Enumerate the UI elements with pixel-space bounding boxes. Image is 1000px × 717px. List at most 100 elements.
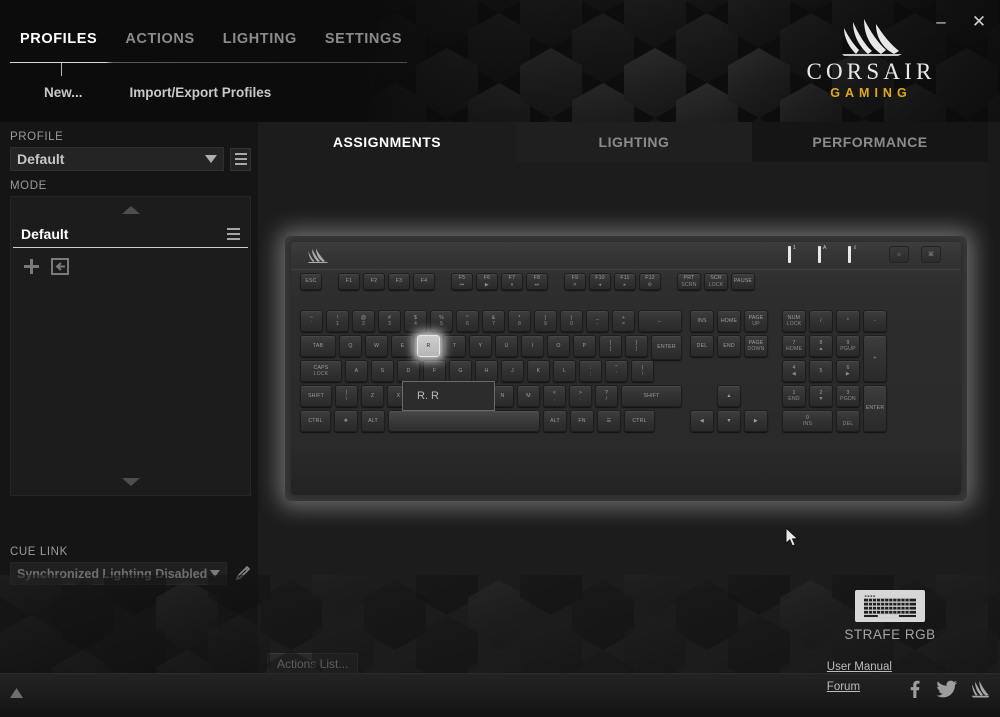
keyboard-key-3[interactable]: #3	[378, 310, 401, 332]
keyboard-key-1[interactable]: ! 1	[326, 310, 349, 332]
keyboard-key-f7[interactable]: F7 ⏸	[501, 273, 523, 290]
device-selector[interactable]: STRAFE RGB	[780, 590, 1000, 642]
keyboard-key-f2[interactable]: F2	[363, 273, 385, 290]
pencil-icon[interactable]	[234, 565, 251, 582]
keyboard-key-u[interactable]: U	[495, 335, 518, 357]
keyboard-key-k[interactable]: K	[527, 360, 550, 382]
keyboard-key-y[interactable]: Y	[469, 335, 492, 357]
keyboard-key-[interactable]: ~ `	[300, 310, 323, 332]
keyboard-key-[interactable]: ? /	[595, 385, 618, 407]
keyboard-key-t[interactable]: T	[443, 335, 466, 357]
keyboard-key-8[interactable]: 8 ▲	[809, 335, 833, 357]
mode-list-item-default[interactable]: Default	[13, 223, 248, 248]
profile-menu-button[interactable]	[230, 147, 251, 171]
tab-lighting[interactable]: LIGHTING	[516, 122, 752, 162]
keyboard-key-alt[interactable]: ALT	[543, 410, 567, 432]
forum-link[interactable]: Forum	[827, 681, 892, 693]
keyboard-key-enter[interactable]: ENTER	[651, 335, 682, 360]
keyboard-key-ctrl[interactable]: CTRL	[624, 410, 655, 432]
keyboard-key-alt[interactable]: ALT	[361, 410, 385, 432]
brightness-button[interactable]: ☼	[889, 246, 909, 263]
keyboard-key-shift[interactable]: SHIFT	[621, 385, 682, 407]
keyboard-key-[interactable]: _ -	[586, 310, 609, 332]
keyboard-key-a[interactable]: A	[345, 360, 368, 382]
keyboard-key-[interactable]: }]	[625, 335, 648, 357]
mode-scroll-down-button[interactable]	[11, 469, 250, 495]
keyboard-key-j[interactable]: J	[501, 360, 524, 382]
keyboard-key-f[interactable]: F	[423, 360, 446, 382]
keyboard-key-[interactable]: -	[863, 310, 887, 332]
keyboard-key-[interactable]: + =	[612, 310, 635, 332]
keyboard-key-m[interactable]: M	[517, 385, 540, 407]
nav-tab-profiles[interactable]: PROFILES	[10, 31, 111, 55]
keyboard-key-5[interactable]: % 5	[430, 310, 453, 332]
keyboard-key-ins[interactable]: INS	[690, 310, 714, 332]
profile-dropdown[interactable]: Default	[10, 147, 224, 171]
mode-menu-button[interactable]	[227, 228, 240, 240]
keyboard-key-pageup[interactable]: PAGE UP	[744, 310, 768, 332]
keyboard-key-3pgdn[interactable]: 3 PGDN	[836, 385, 860, 407]
close-button[interactable]: ✕	[968, 10, 990, 32]
keyboard-key-5[interactable]: 5	[809, 360, 833, 382]
keyboard-key-w[interactable]: W	[365, 335, 388, 357]
keyboard-key-[interactable]: | \	[631, 360, 654, 382]
tab-assignments[interactable]: ASSIGNMENTS	[258, 122, 516, 162]
keyboard-key-f1[interactable]: F1	[338, 273, 360, 290]
keyboard-key-prtscrn[interactable]: PRT SCRN	[677, 273, 701, 290]
keyboard-key-esc[interactable]: ESC	[300, 273, 322, 290]
keyboard-key-capslock[interactable]: CAPS LOCK	[300, 360, 342, 382]
keyboard-key-i[interactable]: I	[521, 335, 544, 357]
keyboard-key-8[interactable]: * 8	[508, 310, 531, 332]
keyboard-key-7[interactable]: & 7	[482, 310, 505, 332]
keyboard-key-l[interactable]: L	[553, 360, 576, 382]
keyboard-key-[interactable]: /	[809, 310, 833, 332]
keyboard-key-z[interactable]: Z	[361, 385, 384, 407]
keyboard-key-shift[interactable]: SHIFT	[300, 385, 332, 407]
keyboard-key-s[interactable]: S	[371, 360, 394, 382]
keyboard-key-d[interactable]: D	[397, 360, 420, 382]
keyboard-key-4[interactable]: 4 ◀	[782, 360, 806, 382]
keyboard-key-f10[interactable]: F10 ◂	[589, 273, 611, 290]
keyboard-key-f9[interactable]: F9 ✕	[564, 273, 586, 290]
keyboard-key-f4[interactable]: F4	[413, 273, 435, 290]
keyboard-key-[interactable]: " '	[605, 360, 628, 382]
import-export-profiles-button[interactable]: Import/Export Profiles	[130, 85, 272, 100]
keyboard-key-e[interactable]: E	[391, 335, 414, 357]
minimize-button[interactable]: –	[930, 10, 952, 32]
keyboard-key-2[interactable]: 2 ▼	[809, 385, 833, 407]
corsair-sails-icon[interactable]	[970, 679, 992, 699]
keyboard-key-fn[interactable]: FN	[570, 410, 594, 432]
user-manual-link[interactable]: User Manual	[827, 661, 892, 673]
keyboard-key-scrlock[interactable]: SCR LOCK	[704, 273, 728, 290]
keyboard-key-[interactable]: ☰	[597, 410, 621, 432]
keyboard-key-[interactable]: ▼	[717, 410, 741, 432]
keyboard-key-f11[interactable]: F11 ▸	[614, 273, 636, 290]
keyboard-key-0[interactable]: ) 0	[560, 310, 583, 332]
keyboard-key-[interactable]: <,	[543, 385, 566, 407]
keyboard-key-[interactable]: ▶	[744, 410, 768, 432]
keyboard-key-tab[interactable]: TAB	[300, 335, 336, 357]
keyboard-key-r[interactable]: R	[417, 335, 440, 357]
nav-tab-actions[interactable]: ACTIONS	[111, 31, 208, 55]
triangle-up-icon[interactable]	[8, 686, 25, 700]
keyboard-key-enter[interactable]: ENTER	[863, 385, 887, 432]
nav-tab-lighting[interactable]: LIGHTING	[209, 31, 311, 55]
new-profile-button[interactable]: New...	[44, 85, 83, 100]
keyboard-key-end[interactable]: END	[717, 335, 741, 357]
cue-link-dropdown[interactable]: Synchronized Lighting Disabled	[10, 562, 227, 585]
keyboard-key-f5[interactable]: F5 ⏮	[451, 273, 473, 290]
keyboard-key-9pgup[interactable]: 9 PGUP	[836, 335, 860, 357]
keyboard-key-6[interactable]: 6 ▶	[836, 360, 860, 382]
keyboard-key-pagedown[interactable]: PAGE DOWN	[744, 335, 768, 357]
keyboard-key-f6[interactable]: F6 ▶	[476, 273, 498, 290]
facebook-icon[interactable]	[904, 679, 924, 699]
keyboard-key-f12[interactable]: F12 ⚙	[639, 273, 661, 290]
keyboard-key-[interactable]: >.	[569, 385, 592, 407]
keyboard-key-6[interactable]: ^ 6	[456, 310, 479, 332]
keyboard-key-[interactable]: +	[863, 335, 887, 382]
keyboard-key-9[interactable]: (9	[534, 310, 557, 332]
keyboard-key-h[interactable]: H	[475, 360, 498, 382]
keyboard-key-7home[interactable]: 7 HOME	[782, 335, 806, 357]
keyboard-key-o[interactable]: O	[547, 335, 570, 357]
keyboard-key-p[interactable]: P	[573, 335, 596, 357]
